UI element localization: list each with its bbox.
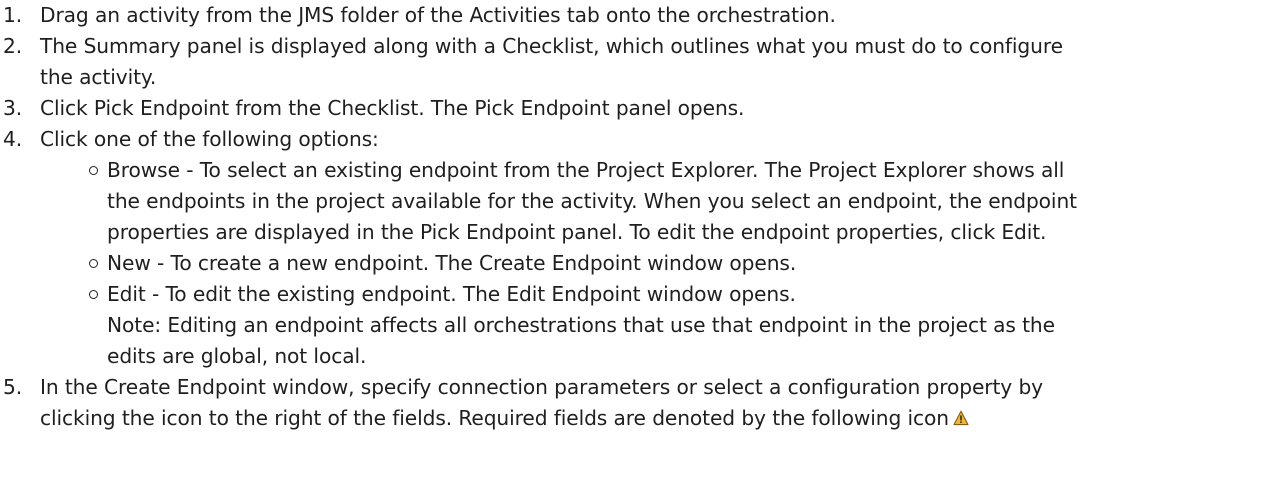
bullet-circle-icon [89, 166, 98, 175]
document-body: 1. Drag an activity from the JMS folder … [0, 0, 1275, 435]
step-2: 2. The Summary panel is displayed along … [0, 31, 1275, 93]
step-text: Click one of the following options: [40, 127, 379, 151]
procedure-steps: 1. Drag an activity from the JMS folder … [0, 0, 1275, 155]
step-number: 1. [3, 3, 23, 27]
option-browse: Browse - To select an existing endpoint … [0, 155, 1275, 248]
step-number: 2. [3, 34, 23, 58]
step-text: Click Pick Endpoint from the Checklist. … [40, 96, 745, 120]
step-4: 4. Click one of the following options: [0, 124, 1275, 155]
option-text-line: New - To create a new endpoint. The Crea… [107, 251, 797, 275]
procedure-steps-continued: 5. In the Create Endpoint window, specif… [0, 372, 1275, 435]
bullet-circle-icon [89, 290, 98, 299]
option-text-line: the endpoints in the project available f… [107, 189, 1077, 213]
option-edit: Edit - To edit the existing endpoint. Th… [0, 279, 1275, 372]
step-number: 5. [3, 375, 23, 399]
step-5: 5. In the Create Endpoint window, specif… [0, 372, 1275, 435]
note-text-line: edits are global, not local. [107, 344, 367, 368]
option-text-line: Edit - To edit the existing endpoint. Th… [107, 282, 796, 306]
bullet-circle-icon [89, 259, 98, 268]
step-text-line: The Summary panel is displayed along wit… [40, 34, 1063, 58]
step-number: 3. [3, 96, 23, 120]
option-list: Browse - To select an existing endpoint … [0, 155, 1275, 372]
step-text: Drag an activity from the JMS folder of … [40, 3, 836, 27]
note-text-line: Note: Editing an endpoint affects all or… [107, 313, 1055, 337]
option-text-line: Browse - To select an existing endpoint … [107, 158, 1065, 182]
step-1: 1. Drag an activity from the JMS folder … [0, 0, 1275, 31]
option-text-line: properties are displayed in the Pick End… [107, 220, 1047, 244]
step-text-line: clicking the icon to the right of the fi… [40, 406, 949, 430]
step-number: 4. [3, 127, 23, 151]
step-3: 3. Click Pick Endpoint from the Checklis… [0, 93, 1275, 124]
step-text-line: the activity. [40, 65, 157, 89]
option-new: New - To create a new endpoint. The Crea… [0, 248, 1275, 279]
step-text-line: In the Create Endpoint window, specify c… [40, 375, 1044, 399]
warning-triangle-icon [953, 404, 969, 435]
